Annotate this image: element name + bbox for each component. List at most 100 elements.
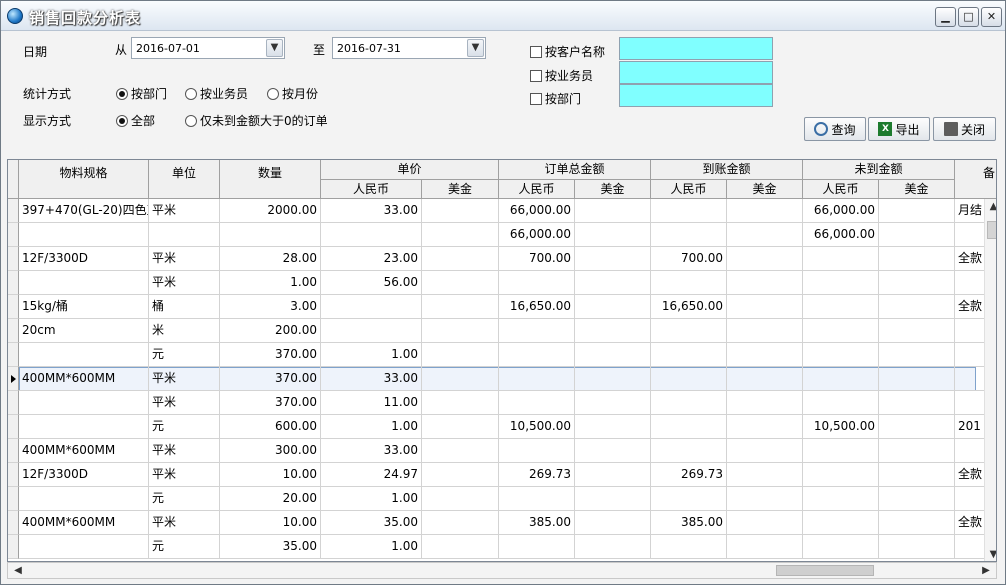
cell-unit[interactable] xyxy=(149,223,220,247)
chevron-down-icon[interactable]: ▼ xyxy=(467,39,484,57)
close-window-button[interactable]: ✕ xyxy=(981,7,1002,27)
cell-pend-rmb[interactable]: 66,000.00 xyxy=(803,223,879,247)
cell-pend-rmb[interactable] xyxy=(803,511,879,535)
checkbox-by-customer[interactable]: 按客户名称 xyxy=(530,43,605,60)
cell-rec-usd[interactable] xyxy=(727,199,803,223)
cell-rec-rmb[interactable]: 269.73 xyxy=(651,463,727,487)
horizontal-scrollbar[interactable]: ◀ ▶ xyxy=(7,562,997,579)
vertical-scroll-thumb[interactable] xyxy=(987,221,996,239)
customer-name-input[interactable] xyxy=(619,37,773,60)
cell-spec[interactable]: 400MM*600MM xyxy=(19,511,149,535)
cell-unit[interactable]: 平米 xyxy=(149,511,220,535)
from-date-select[interactable]: 2016-07-01 ▼ xyxy=(131,37,285,59)
cell-remark[interactable] xyxy=(955,343,985,367)
cell-total-usd[interactable] xyxy=(575,535,651,559)
row-selector[interactable] xyxy=(8,439,19,463)
cell-qty[interactable]: 370.00 xyxy=(220,391,321,415)
close-button[interactable]: 关闭 xyxy=(933,117,996,141)
cell-qty[interactable]: 10.00 xyxy=(220,463,321,487)
cell-qty[interactable]: 35.00 xyxy=(220,535,321,559)
cell-total-usd[interactable] xyxy=(575,439,651,463)
cell-qty[interactable]: 20.00 xyxy=(220,487,321,511)
cell-price-rmb[interactable]: 33.00 xyxy=(321,439,422,463)
cell-remark[interactable] xyxy=(955,223,985,247)
cell-spec[interactable]: 400MM*600MM xyxy=(19,439,149,463)
to-date-select[interactable]: 2016-07-31 ▼ xyxy=(332,37,486,59)
cell-total-usd[interactable] xyxy=(575,271,651,295)
cell-unit[interactable]: 平米 xyxy=(149,439,220,463)
cell-rec-usd[interactable] xyxy=(727,295,803,319)
cell-total-rmb[interactable] xyxy=(499,271,575,295)
cell-total-usd[interactable] xyxy=(575,511,651,535)
cell-pend-usd[interactable] xyxy=(879,343,955,367)
cell-pend-usd[interactable] xyxy=(879,535,955,559)
checkbox-by-salesman[interactable]: 按业务员 xyxy=(530,67,593,84)
cell-price-usd[interactable] xyxy=(422,199,499,223)
title-bar[interactable]: 销售回款分析表 ▁ □ ✕ xyxy=(1,1,1005,31)
cell-price-usd[interactable] xyxy=(422,343,499,367)
cell-spec[interactable]: 15kg/桶 xyxy=(19,295,149,319)
cell-remark[interactable] xyxy=(955,319,985,343)
cell-rec-rmb[interactable] xyxy=(651,271,727,295)
cell-rec-rmb[interactable] xyxy=(651,439,727,463)
cell-rec-usd[interactable] xyxy=(727,367,803,391)
cell-total-usd[interactable] xyxy=(575,295,651,319)
cell-pend-usd[interactable] xyxy=(879,199,955,223)
cell-pend-usd[interactable] xyxy=(879,391,955,415)
row-selector[interactable] xyxy=(8,367,19,391)
cell-price-rmb[interactable]: 56.00 xyxy=(321,271,422,295)
cell-rec-rmb[interactable]: 700.00 xyxy=(651,247,727,271)
row-selector[interactable] xyxy=(8,463,19,487)
cell-unit[interactable]: 桶 xyxy=(149,295,220,319)
cell-rec-usd[interactable] xyxy=(727,343,803,367)
cell-spec[interactable]: 400MM*600MM xyxy=(19,367,149,391)
cell-pend-usd[interactable] xyxy=(879,415,955,439)
cell-pend-rmb[interactable] xyxy=(803,391,879,415)
header-qty[interactable]: 数量 xyxy=(220,160,321,199)
header-total[interactable]: 订单总金额 xyxy=(499,160,651,180)
checkbox-by-department[interactable]: 按部门 xyxy=(530,90,581,107)
cell-total-rmb[interactable] xyxy=(499,439,575,463)
cell-qty[interactable]: 28.00 xyxy=(220,247,321,271)
header-unit[interactable]: 单位 xyxy=(149,160,220,199)
cell-unit[interactable]: 元 xyxy=(149,415,220,439)
cell-qty[interactable]: 1.00 xyxy=(220,271,321,295)
cell-spec[interactable]: 20cm xyxy=(19,319,149,343)
cell-rec-rmb[interactable] xyxy=(651,415,727,439)
cell-pend-usd[interactable] xyxy=(879,223,955,247)
cell-price-rmb[interactable] xyxy=(321,319,422,343)
cell-price-rmb[interactable]: 23.00 xyxy=(321,247,422,271)
cell-remark[interactable]: 全款 xyxy=(955,463,985,487)
vertical-scrollbar[interactable]: ▲ ▼ xyxy=(984,199,996,561)
cell-total-rmb[interactable]: 385.00 xyxy=(499,511,575,535)
cell-total-rmb[interactable] xyxy=(499,319,575,343)
header-received[interactable]: 到账金额 xyxy=(651,160,803,180)
cell-total-rmb[interactable]: 66,000.00 xyxy=(499,223,575,247)
cell-rec-usd[interactable] xyxy=(727,391,803,415)
cell-pend-usd[interactable] xyxy=(879,439,955,463)
cell-rec-rmb[interactable]: 385.00 xyxy=(651,511,727,535)
cell-price-usd[interactable] xyxy=(422,511,499,535)
cell-total-usd[interactable] xyxy=(575,199,651,223)
cell-qty[interactable]: 200.00 xyxy=(220,319,321,343)
radio-by-month[interactable]: 按月份 xyxy=(267,85,318,102)
cell-rec-rmb[interactable] xyxy=(651,319,727,343)
cell-unit[interactable]: 元 xyxy=(149,487,220,511)
cell-price-rmb[interactable]: 33.00 xyxy=(321,367,422,391)
horizontal-scroll-thumb[interactable] xyxy=(776,565,874,576)
cell-pend-usd[interactable] xyxy=(879,511,955,535)
cell-remark[interactable] xyxy=(955,367,985,391)
cell-rec-rmb[interactable] xyxy=(651,535,727,559)
cell-total-usd[interactable] xyxy=(575,367,651,391)
cell-price-usd[interactable] xyxy=(422,271,499,295)
row-selector[interactable] xyxy=(8,343,19,367)
chevron-down-icon[interactable]: ▼ xyxy=(266,39,283,57)
cell-remark[interactable]: 全款 xyxy=(955,247,985,271)
cell-pend-usd[interactable] xyxy=(879,487,955,511)
row-selector[interactable] xyxy=(8,391,19,415)
header-price-rmb[interactable]: 人民币 xyxy=(321,180,422,199)
cell-spec[interactable]: 12F/3300D xyxy=(19,463,149,487)
cell-pend-usd[interactable] xyxy=(879,463,955,487)
row-selector[interactable] xyxy=(8,271,19,295)
cell-price-usd[interactable] xyxy=(422,223,499,247)
